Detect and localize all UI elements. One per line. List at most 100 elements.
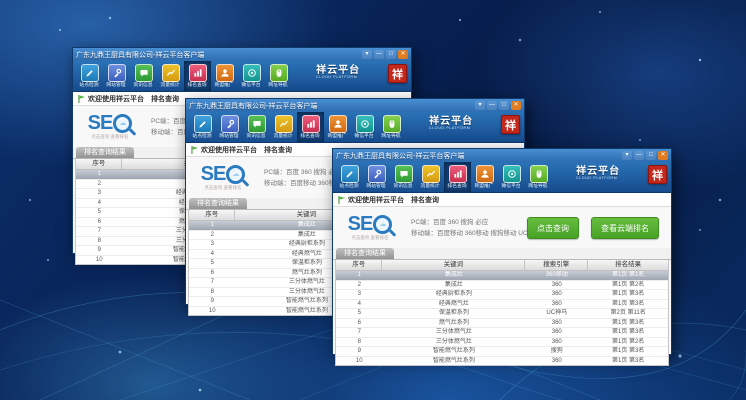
close-button[interactable]: ✕ [511, 101, 521, 110]
column-header: 关键词 [382, 260, 525, 270]
row-index: 7 [189, 278, 235, 287]
minimize-button[interactable]: — [487, 101, 497, 110]
tab-ranking-results[interactable]: 排名查询结果 [189, 198, 247, 209]
engine-cell: 360 [525, 338, 588, 347]
toolbar-item-label: 站点检测 [80, 84, 99, 88]
toolbar-item-label: 站点检测 [193, 135, 212, 139]
ranking-cell: 第1页 第3名 [588, 357, 668, 366]
column-header: 序号 [189, 210, 235, 220]
brand-seal-icon: 祥 [501, 115, 520, 134]
ranking-cell: 第1页 第2名 [588, 281, 668, 290]
toolbar-item-wrench[interactable]: 网站管理 [363, 162, 390, 192]
person-icon [216, 64, 234, 82]
skin-button[interactable]: ▾ [622, 151, 632, 160]
mouse-icon [270, 64, 288, 82]
toolbar-item-mouse[interactable]: 网址导航 [265, 61, 292, 91]
toolbar-item-globe[interactable]: 微信平台 [351, 112, 378, 142]
toolbar-item-globe[interactable]: 微信平台 [498, 162, 525, 192]
seo-logo-text: SE [88, 113, 113, 133]
row-index: 6 [336, 319, 382, 328]
titlebar[interactable]: 广东九鼎王厨具有限公司-祥云平台客户端 ▾ — □ ✕ [333, 149, 671, 162]
table-row[interactable]: 4经典燃气灶360第1页 第3名 [336, 300, 668, 310]
toolbar-item-chat[interactable]: 资讯信息 [130, 61, 157, 91]
skin-button[interactable]: ▾ [362, 50, 372, 59]
brand-subtitle: CLOUD PLATFORM [316, 76, 357, 79]
engine-cell: 360 [525, 357, 588, 366]
seo-logo: SE ☁ 点击查询 查看排名 [77, 113, 143, 140]
titlebar[interactable]: 广东九鼎王厨具有限公司-祥云平台客户端 ▾ — □ ✕ [186, 99, 524, 112]
toolbar-item-line-chart[interactable]: 流量统计 [270, 112, 297, 142]
engine-cell: 360 [525, 290, 588, 299]
toolbar-items: 站点检测 网站管理 资讯信息流量统计排名查询商盟推广微信平台网址导航 [73, 61, 292, 91]
toolbar-item-wrench[interactable]: 网站管理 [216, 112, 243, 142]
toolbar-item-line-chart[interactable]: 流量统计 [417, 162, 444, 192]
bar-chart-icon [302, 115, 320, 133]
cloud-ranking-button[interactable]: 查看云端排名 [591, 217, 659, 239]
maximize-button[interactable]: □ [386, 50, 396, 59]
table-row[interactable]: 10智能燃气灶系列360第1页 第3名 [336, 357, 668, 366]
flag-icon [338, 196, 345, 204]
ranking-cell: 第1页 第3名 [588, 347, 668, 356]
toolbar-item-label: 微信平台 [242, 84, 261, 88]
toolbar-item-chat[interactable]: 资讯信息 [390, 162, 417, 192]
table-row[interactable]: 7三分体燃气灶360第1页 第3名 [336, 328, 668, 338]
wrench-icon [108, 64, 126, 82]
toolbar-item-mouse[interactable]: 网址导航 [378, 112, 405, 142]
toolbar-item-bar-chart[interactable]: 排名查询 [184, 61, 211, 91]
toolbar-item-chat[interactable]: 资讯信息 [243, 112, 270, 142]
row-index: 10 [189, 307, 235, 316]
mobile-engines: 移动端：百度移动 360移动 搜狗移动 UC神马 [411, 228, 541, 239]
magnifier-icon: ☁ [226, 165, 245, 184]
chat-icon [395, 165, 413, 183]
toolbar-item-person[interactable]: 商盟推广 [471, 162, 498, 192]
table-row[interactable]: 1集成灶360移动第1页 第1名 [336, 271, 668, 281]
table-row[interactable]: 8三分体燃气灶360第1页 第2名 [336, 338, 668, 348]
toolbar-item-label: 资讯信息 [134, 84, 153, 88]
ranking-cell: 第1页 第1名 [588, 271, 668, 280]
row-index: 4 [76, 199, 122, 208]
minimize-button[interactable]: — [374, 50, 384, 59]
close-button[interactable]: ✕ [398, 50, 408, 59]
toolbar-item-pencil[interactable]: 站点检测 [189, 112, 216, 142]
toolbar-item-bar-chart[interactable]: 排名查询 [297, 112, 324, 142]
toolbar-item-label: 网站管理 [107, 84, 126, 88]
brand-logo: 祥云平台 CLOUD PLATFORM 祥 [316, 64, 407, 83]
desktop-background: 广东九鼎王厨具有限公司-祥云平台客户端 ▾ — □ ✕ 站点检测网站管理资讯信息… [0, 0, 746, 400]
magnifier-icon: ☁ [113, 114, 132, 133]
maximize-button[interactable]: □ [646, 151, 656, 160]
row-index: 4 [336, 300, 382, 309]
wrench-icon [221, 115, 239, 133]
column-header: 序号 [76, 159, 122, 169]
engine-cell: 搜狗 [525, 347, 588, 356]
table-row[interactable]: 2集成灶360第1页 第2名 [336, 281, 668, 291]
toolbar-item-pencil[interactable]: 站点检测 [336, 162, 363, 192]
engine-cell: 360 [525, 319, 588, 328]
keyword-cell: 经典燃气灶 [382, 300, 525, 309]
table-row[interactable]: 5保温柜系列UC神马第2页 第11名 [336, 309, 668, 319]
table-row[interactable]: 6燃气灶系列360第1页 第3名 [336, 319, 668, 329]
engine-cell: 360 [525, 328, 588, 337]
toolbar-item-pencil[interactable]: 站点检测 [76, 61, 103, 91]
toolbar-item-person[interactable]: 商盟推广 [211, 61, 238, 91]
flag-icon [191, 146, 198, 154]
titlebar[interactable]: 广东九鼎王厨具有限公司-祥云平台客户端 ▾ — □ ✕ [73, 48, 411, 61]
toolbar-item-mouse[interactable]: 网址导航 [525, 162, 552, 192]
query-panel: SE ☁ 点击查询 查看排名 PC端：百度 360 搜狗 必应 移动端：百度移动… [333, 207, 671, 248]
toolbar-item-line-chart[interactable]: 流量统计 [157, 61, 184, 91]
toolbar-item-person[interactable]: 商盟推广 [324, 112, 351, 142]
skin-button[interactable]: ▾ [475, 101, 485, 110]
tab-ranking-results[interactable]: 排名查询结果 [336, 248, 394, 259]
table-row[interactable]: 3经典厨柜系列360第1页 第3名 [336, 290, 668, 300]
table-row[interactable]: 9智能燃气灶系列搜狗第1页 第3名 [336, 347, 668, 357]
close-button[interactable]: ✕ [658, 151, 668, 160]
toolbar-item-wrench[interactable]: 网站管理 [103, 61, 130, 91]
tab-ranking-results[interactable]: 排名查询结果 [76, 147, 134, 158]
welcome-text: 欢迎使用祥云平台 [201, 145, 257, 155]
toolbar-item-globe[interactable]: 微信平台 [238, 61, 265, 91]
toolbar-item-bar-chart[interactable]: 排名查询 [444, 162, 471, 192]
query-button[interactable]: 点击查询 [527, 217, 579, 239]
toolbar-item-label: 排名查询 [448, 185, 467, 189]
minimize-button[interactable]: — [634, 151, 644, 160]
toolbar-item-label: 流量统计 [421, 185, 440, 189]
maximize-button[interactable]: □ [499, 101, 509, 110]
